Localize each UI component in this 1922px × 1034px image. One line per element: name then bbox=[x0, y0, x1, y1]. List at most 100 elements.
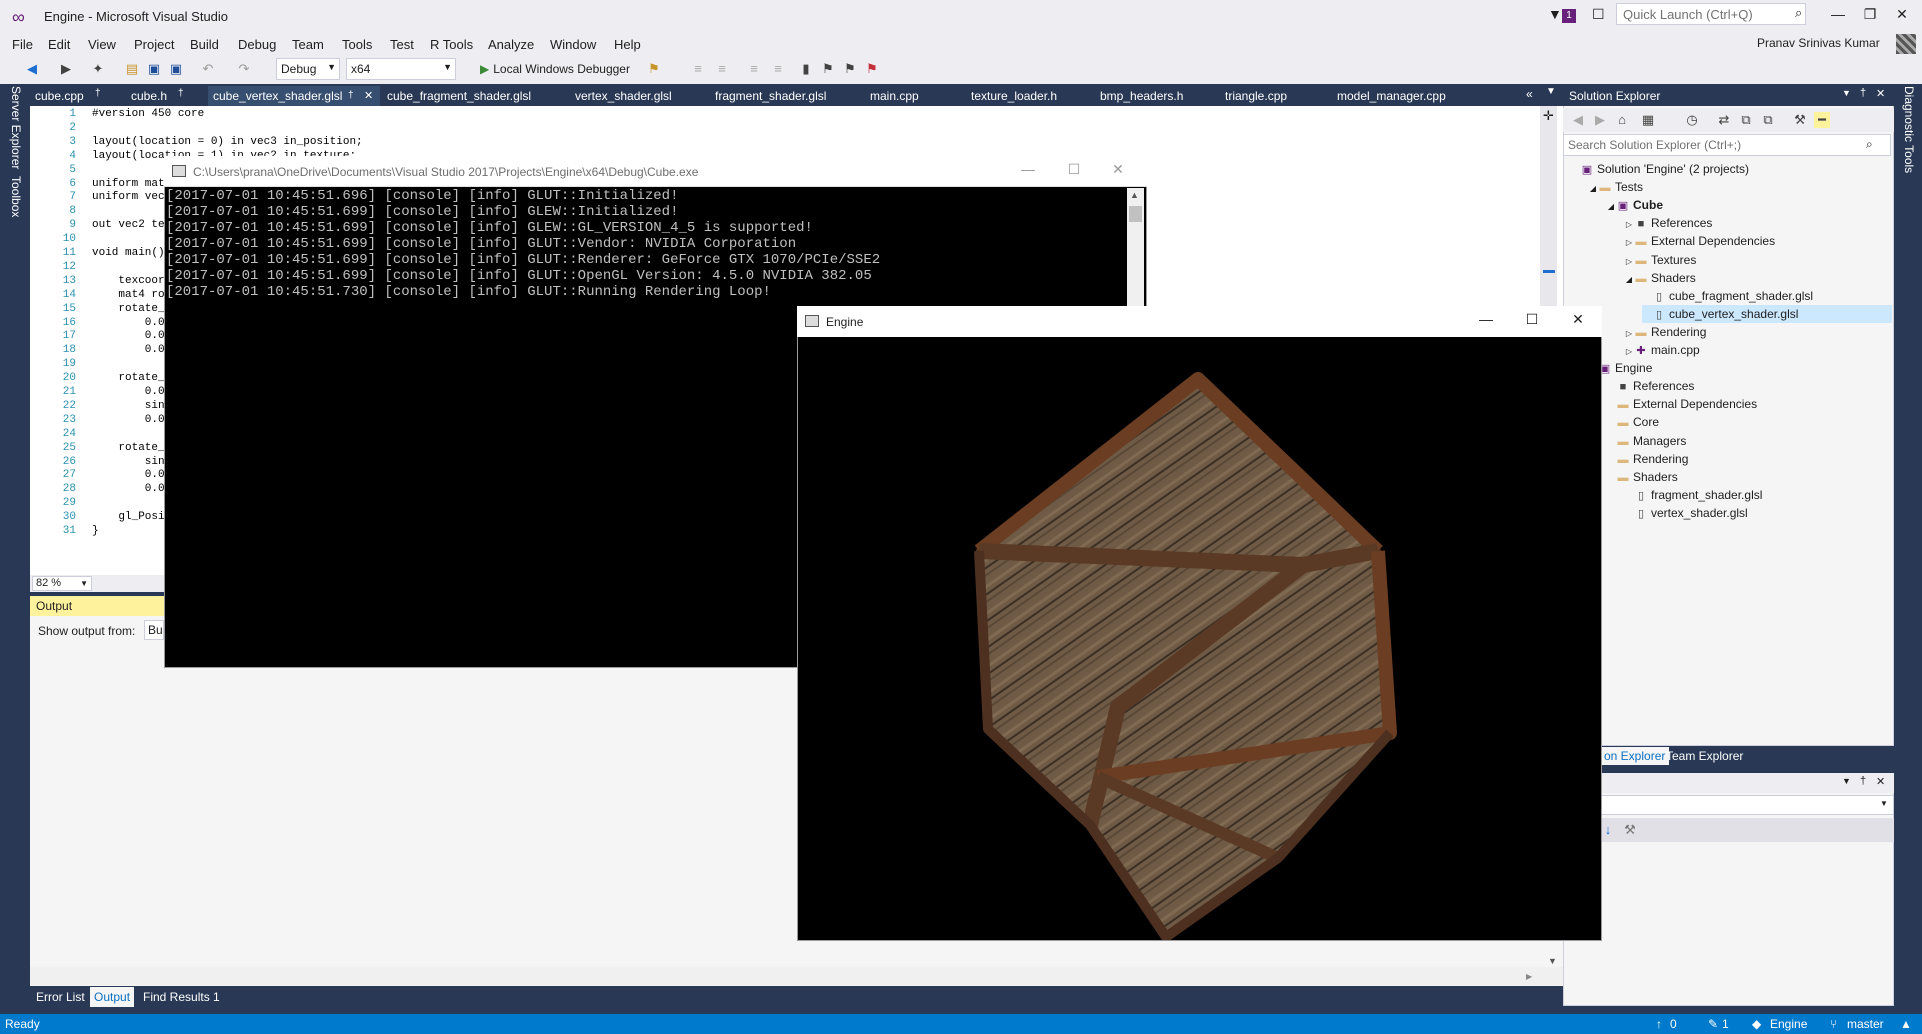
close-panel-icon[interactable]: ✕ bbox=[1876, 775, 1885, 788]
console-maximize-button[interactable]: ☐ bbox=[1062, 161, 1086, 181]
menu-team[interactable]: Team bbox=[290, 34, 326, 56]
code-line[interactable]: rotate_y bbox=[92, 372, 171, 384]
tree-item[interactable]: ▷ ▬ Rendering bbox=[1624, 323, 1706, 341]
menu-tools[interactable]: Tools bbox=[340, 34, 374, 56]
switch-views-icon[interactable]: ▦ bbox=[1640, 112, 1656, 128]
step-over-icon[interactable]: ≡ bbox=[714, 61, 730, 77]
tree-item[interactable]: ■ References bbox=[1606, 377, 1695, 395]
menu-help[interactable]: Help bbox=[612, 34, 643, 56]
tab-cube-vertex-shader[interactable]: cube_vertex_shader.glsl † ✕ bbox=[208, 86, 380, 106]
branch-name[interactable]: master bbox=[1847, 1017, 1884, 1031]
sort-icon[interactable]: ↓ bbox=[1600, 822, 1616, 838]
bookmark-icon[interactable]: ▮ bbox=[798, 61, 814, 77]
tab-solution-explorer[interactable]: on Explorer bbox=[1600, 747, 1670, 765]
tree-item[interactable]: ▷ ▬ External Dependencies bbox=[1624, 232, 1775, 250]
menu-test[interactable]: Test bbox=[388, 34, 416, 56]
avatar[interactable] bbox=[1896, 34, 1916, 54]
console-minimize-button[interactable]: — bbox=[1016, 161, 1040, 181]
tree-item[interactable]: ▬ External Dependencies bbox=[1606, 395, 1758, 413]
status-up-chevron-icon[interactable]: ▲ bbox=[1900, 1017, 1912, 1031]
tree-item[interactable]: ▷ ✚ main.cpp bbox=[1624, 341, 1700, 359]
code-line[interactable]: 0.0, bbox=[92, 386, 171, 398]
pending-changes-count[interactable]: 0 bbox=[1670, 1017, 1677, 1031]
attach-icon[interactable]: ⚑ bbox=[646, 61, 662, 77]
tab-menu-chevron-down-icon[interactable]: ▼ bbox=[1546, 86, 1556, 97]
panel-menu-chevron-down-icon[interactable]: ▼ bbox=[1842, 88, 1851, 98]
tab-cube-fragment-shader[interactable]: cube_fragment_shader.glsl bbox=[382, 86, 536, 106]
code-line[interactable]: #version 450 core bbox=[92, 108, 204, 120]
code-line[interactable]: 0.0, bbox=[92, 469, 171, 481]
notification-count-badge[interactable]: 1 bbox=[1562, 9, 1576, 23]
code-line[interactable]: uniform vec3 bbox=[92, 191, 171, 203]
code-line[interactable]: sin( bbox=[92, 456, 171, 468]
split-editor-icon[interactable]: ✛ bbox=[1543, 108, 1554, 124]
user-account-name[interactable]: Pranav Srinivas Kumar bbox=[1757, 36, 1880, 50]
tab-cube-h[interactable]: cube.h bbox=[126, 86, 172, 106]
expand-arrow-icon[interactable]: ◢ bbox=[1606, 198, 1616, 216]
collapse-all-icon[interactable]: ⧉ bbox=[1738, 112, 1754, 128]
menu-edit[interactable]: Edit bbox=[46, 34, 72, 56]
tab-triangle-cpp[interactable]: triangle.cpp bbox=[1220, 86, 1292, 106]
tab-vertex-shader[interactable]: vertex_shader.glsl bbox=[570, 86, 677, 106]
tree-item[interactable]: ▯ cube_fragment_shader.glsl bbox=[1642, 287, 1813, 305]
repo-name[interactable]: Engine bbox=[1770, 1017, 1807, 1031]
pin-icon[interactable]: † bbox=[1860, 775, 1866, 787]
tree-item[interactable]: ▣ Solution 'Engine' (2 projects) bbox=[1570, 160, 1749, 178]
preview-selected-icon[interactable]: ━ bbox=[1814, 112, 1830, 128]
engine-maximize-button[interactable]: ☐ bbox=[1520, 311, 1544, 331]
property-pages-icon[interactable]: ⚒ bbox=[1622, 822, 1638, 838]
new-project-icon[interactable]: ✦ bbox=[90, 61, 106, 77]
properties-object-select[interactable] bbox=[1563, 795, 1894, 815]
menu-window[interactable]: Window bbox=[548, 34, 598, 56]
code-line[interactable]: void main() bbox=[92, 247, 165, 259]
feedback-icon[interactable]: ☐ bbox=[1592, 6, 1605, 23]
code-line[interactable]: layout(location = 0) in vec3 in_position… bbox=[92, 136, 363, 148]
engine-close-button[interactable]: ✕ bbox=[1566, 311, 1590, 331]
quick-launch-input[interactable]: Quick Launch (Ctrl+Q) bbox=[1616, 3, 1806, 25]
tree-item[interactable]: ◢ ▬ Shaders bbox=[1624, 269, 1696, 287]
expand-arrow-icon[interactable]: ◢ bbox=[1588, 180, 1598, 198]
save-all-icon[interactable]: ▣ bbox=[168, 61, 184, 77]
restore-button[interactable]: ❐ bbox=[1858, 6, 1882, 26]
scroll-right-icon[interactable]: ▶ bbox=[1526, 972, 1532, 981]
properties-wrench-icon[interactable]: ⚒ bbox=[1792, 112, 1808, 128]
code-line[interactable]: sin( bbox=[92, 400, 171, 412]
console-close-button[interactable]: ✕ bbox=[1106, 161, 1130, 181]
menu-file[interactable]: File bbox=[10, 34, 35, 56]
pending-changes-icon[interactable]: ◷ bbox=[1684, 112, 1700, 128]
tab-find-results[interactable]: Find Results 1 bbox=[139, 987, 224, 1007]
sync-icon[interactable]: ⇄ bbox=[1716, 112, 1732, 128]
tree-item[interactable]: ▬ Shaders bbox=[1606, 468, 1678, 486]
pin-icon[interactable]: † bbox=[95, 88, 101, 99]
tree-item[interactable]: ▬ Rendering bbox=[1606, 450, 1689, 468]
repo-icon[interactable]: ◆ bbox=[1752, 1017, 1761, 1031]
tab-main-cpp[interactable]: main.cpp bbox=[865, 86, 924, 106]
tab-team-explorer[interactable]: Team Explorer bbox=[1662, 747, 1747, 765]
forward-icon[interactable]: ▶ bbox=[1592, 112, 1608, 128]
minimize-button[interactable]: — bbox=[1826, 6, 1850, 26]
tree-item[interactable]: ◢ ▬ Tests bbox=[1588, 178, 1643, 196]
home-icon[interactable]: ⌂ bbox=[1614, 112, 1630, 128]
comment-icon[interactable]: ≡ bbox=[746, 61, 762, 77]
code-line[interactable]: mat4 rot bbox=[92, 289, 171, 301]
show-all-files-icon[interactable]: ⧉ bbox=[1760, 112, 1776, 128]
tab-output[interactable]: Output bbox=[90, 987, 135, 1007]
commits-count[interactable]: 1 bbox=[1722, 1017, 1729, 1031]
console-scroll-thumb[interactable] bbox=[1129, 206, 1142, 222]
start-debugging-button[interactable]: ▶ Local Windows Debugger bbox=[480, 58, 630, 80]
commits-icon[interactable]: ✎ bbox=[1708, 1017, 1718, 1031]
menu-project[interactable]: Project bbox=[132, 34, 176, 56]
tree-item[interactable]: ▷ ▬ Textures bbox=[1624, 251, 1696, 269]
code-line[interactable]: 0.0, bbox=[92, 344, 171, 356]
tab-overflow-icon[interactable]: « bbox=[1526, 87, 1533, 101]
tab-texture-loader[interactable]: texture_loader.h bbox=[966, 86, 1062, 106]
search-icon[interactable]: ⌕ bbox=[1795, 5, 1811, 21]
search-icon[interactable]: ⌕ bbox=[1866, 137, 1873, 152]
expand-arrow-icon[interactable]: ◢ bbox=[1624, 271, 1634, 289]
pin-icon[interactable]: † bbox=[1860, 87, 1866, 99]
pending-changes-icon[interactable]: ↑ bbox=[1656, 1017, 1662, 1031]
menu-analyze[interactable]: Analyze bbox=[486, 34, 536, 56]
pin-icon[interactable]: † bbox=[348, 86, 354, 106]
undo-icon[interactable]: ↶ bbox=[200, 61, 216, 77]
toolbox-tab[interactable]: Toolbox bbox=[9, 176, 23, 217]
